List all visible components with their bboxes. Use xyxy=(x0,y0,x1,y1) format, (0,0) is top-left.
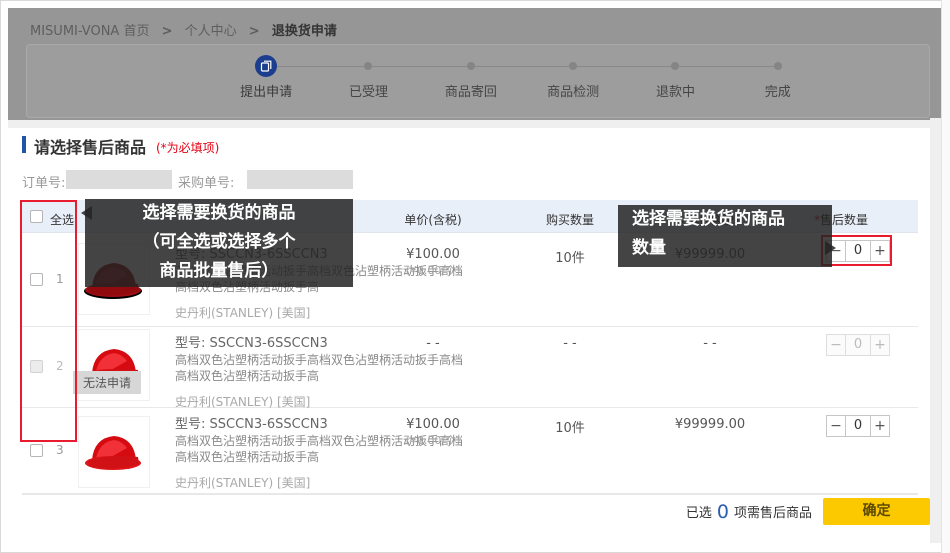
step-complete: 完成 xyxy=(727,54,829,104)
po-number-label: 采购单号: xyxy=(178,172,234,191)
product-desc: 高档双色沾塑柄活动扳手高档双色沾塑柄活动扳手高档 xyxy=(175,352,475,368)
step-dot xyxy=(364,62,372,70)
product-brand: 史丹利(STANLEY) [美国] xyxy=(175,304,475,321)
purchase-qty-cell: - - xyxy=(522,336,618,351)
qty-minus-button-disabled: − xyxy=(826,334,846,356)
unit-price-cell: ¥100.00 (¥0.00/个) xyxy=(385,247,481,278)
breadcrumb-separator: > xyxy=(162,24,173,39)
red-helmet-image xyxy=(82,426,146,478)
qty-plus-button[interactable]: + xyxy=(870,415,890,437)
qty-value-disabled: 0 xyxy=(846,334,870,356)
row1-checkbox[interactable] xyxy=(30,273,43,286)
selected-suffix: 项需售后商品 xyxy=(734,502,812,521)
step-submit-application: 提出申请 xyxy=(215,54,317,104)
breadcrumb-separator: > xyxy=(249,24,260,39)
select-all-label: 全选 xyxy=(50,211,74,228)
breadcrumb-user-center-link[interactable]: 个人中心 xyxy=(185,24,237,39)
product-brand: 史丹利(STANLEY) [美国] xyxy=(175,474,475,491)
unit-price: ¥100.00 xyxy=(385,247,481,263)
step-dot xyxy=(774,62,782,70)
qty-plus-button-disabled: + xyxy=(870,334,890,356)
step-dot xyxy=(467,62,475,70)
section-title-accent-bar xyxy=(22,136,26,153)
select-all-checkbox[interactable] xyxy=(30,210,43,223)
step-label: 提出申请 xyxy=(215,81,317,100)
row-index: 1 xyxy=(56,272,64,286)
tooltip-select-products: 选择需要换货的商品 （可全选或选择多个 商品批量售后） xyxy=(85,199,353,287)
table-row: 3 型号: SSCCN3-6SSCCN3 高档双色沾塑柄活动扳手高档双色沾塑柄活… xyxy=(22,408,918,494)
section-title: 请选择售后商品 xyxy=(34,134,146,158)
product-desc: 高档双色沾塑柄活动扳手高 xyxy=(175,368,475,384)
tooltip-line: （可全选或选择多个 xyxy=(85,228,353,257)
page-margin-strip xyxy=(930,118,941,543)
step-dot xyxy=(671,62,679,70)
confirm-button[interactable]: 确定 xyxy=(823,498,930,525)
selected-summary: 已选 0 项需售后商品 xyxy=(640,498,812,525)
breadcrumb-current: 退换货申请 xyxy=(272,24,337,39)
service-qty-stepper: − 0 + xyxy=(826,415,890,437)
breadcrumb: MISUMI-VONA 首页 > 个人中心 > 退换货申请 xyxy=(30,20,337,39)
tooltip-line: 选择需要换货的商品 xyxy=(85,199,353,228)
table-row-disabled: 2 无法申请 型号: SSCCN3-6SSCCN3 高档双色沾塑柄活动扳手高档双… xyxy=(22,327,918,408)
product-image xyxy=(78,416,150,488)
qty-plus-button[interactable]: + xyxy=(870,240,890,262)
tooltip-line: 数量 xyxy=(632,234,832,263)
cannot-apply-badge: 无法申请 xyxy=(73,371,141,394)
step-dot xyxy=(569,62,577,70)
order-number-label: 订单号: xyxy=(22,172,65,191)
qty-minus-button[interactable]: − xyxy=(826,415,846,437)
return-request-page: MISUMI-VONA 首页 > 个人中心 > 退换货申请 提出申请 已受理 商… xyxy=(0,0,950,553)
row-index: 2 xyxy=(56,359,64,373)
scrollbar-track[interactable] xyxy=(941,0,950,553)
selected-count: 0 xyxy=(717,501,729,523)
step-label: 已受理 xyxy=(317,81,419,100)
breadcrumb-home-link[interactable]: MISUMI-VONA 首页 xyxy=(30,24,149,39)
band-gap xyxy=(8,120,941,128)
unit-price-cell: - - xyxy=(385,336,481,352)
tooltip-line: 商品批量售后） xyxy=(85,257,353,286)
application-form-icon xyxy=(260,60,272,72)
step-label: 商品寄回 xyxy=(420,81,522,100)
step-label: 完成 xyxy=(727,81,829,100)
purchase-qty-cell: 10件 xyxy=(522,417,618,436)
step-refunding: 退款中 xyxy=(624,54,726,104)
qty-value[interactable]: 0 xyxy=(846,415,870,437)
unit-price: - - xyxy=(385,336,481,352)
row-index: 3 xyxy=(56,443,64,457)
step-goods-inspection: 商品检测 xyxy=(522,54,624,104)
row2-checkbox-disabled xyxy=(30,360,43,373)
step-goods-returned: 商品寄回 xyxy=(420,54,522,104)
unit-price-per-piece: (¥0.00/个) xyxy=(385,433,481,448)
tooltip-line: 选择需要换货的商品 xyxy=(632,205,832,234)
service-qty-stepper-disabled: − 0 + xyxy=(826,334,890,356)
header-unit-price: 单价(含税) xyxy=(385,211,481,228)
purchase-qty-cell: 10件 xyxy=(522,247,618,266)
unit-price-cell: ¥100.00 (¥0.00/个) xyxy=(385,417,481,448)
unit-price-per-piece: (¥0.00/个) xyxy=(385,263,481,278)
header-purchase-qty: 购买数量 xyxy=(522,211,618,228)
po-number-value-redacted xyxy=(247,170,353,189)
step-active-dot xyxy=(255,55,277,77)
subtotal-cell: - - xyxy=(662,336,758,351)
required-note: (*为必填项) xyxy=(156,139,219,156)
progress-steps: 提出申请 已受理 商品寄回 商品检测 退款中 完成 xyxy=(215,54,829,104)
footer-divider xyxy=(22,494,918,495)
selected-prefix: 已选 xyxy=(686,502,712,521)
product-desc: 高档双色沾塑柄活动扳手高 xyxy=(175,449,475,465)
step-label: 退款中 xyxy=(624,81,726,100)
qty-value[interactable]: 0 xyxy=(846,240,870,262)
order-number-value-redacted xyxy=(66,170,172,189)
step-accepted: 已受理 xyxy=(317,54,419,104)
step-label: 商品检测 xyxy=(522,81,624,100)
subtotal-cell: ¥99999.00 xyxy=(662,417,758,432)
unit-price: ¥100.00 xyxy=(385,417,481,433)
tooltip-select-quantity: 选择需要换货的商品 数量 xyxy=(618,205,832,267)
row3-checkbox[interactable] xyxy=(30,444,43,457)
